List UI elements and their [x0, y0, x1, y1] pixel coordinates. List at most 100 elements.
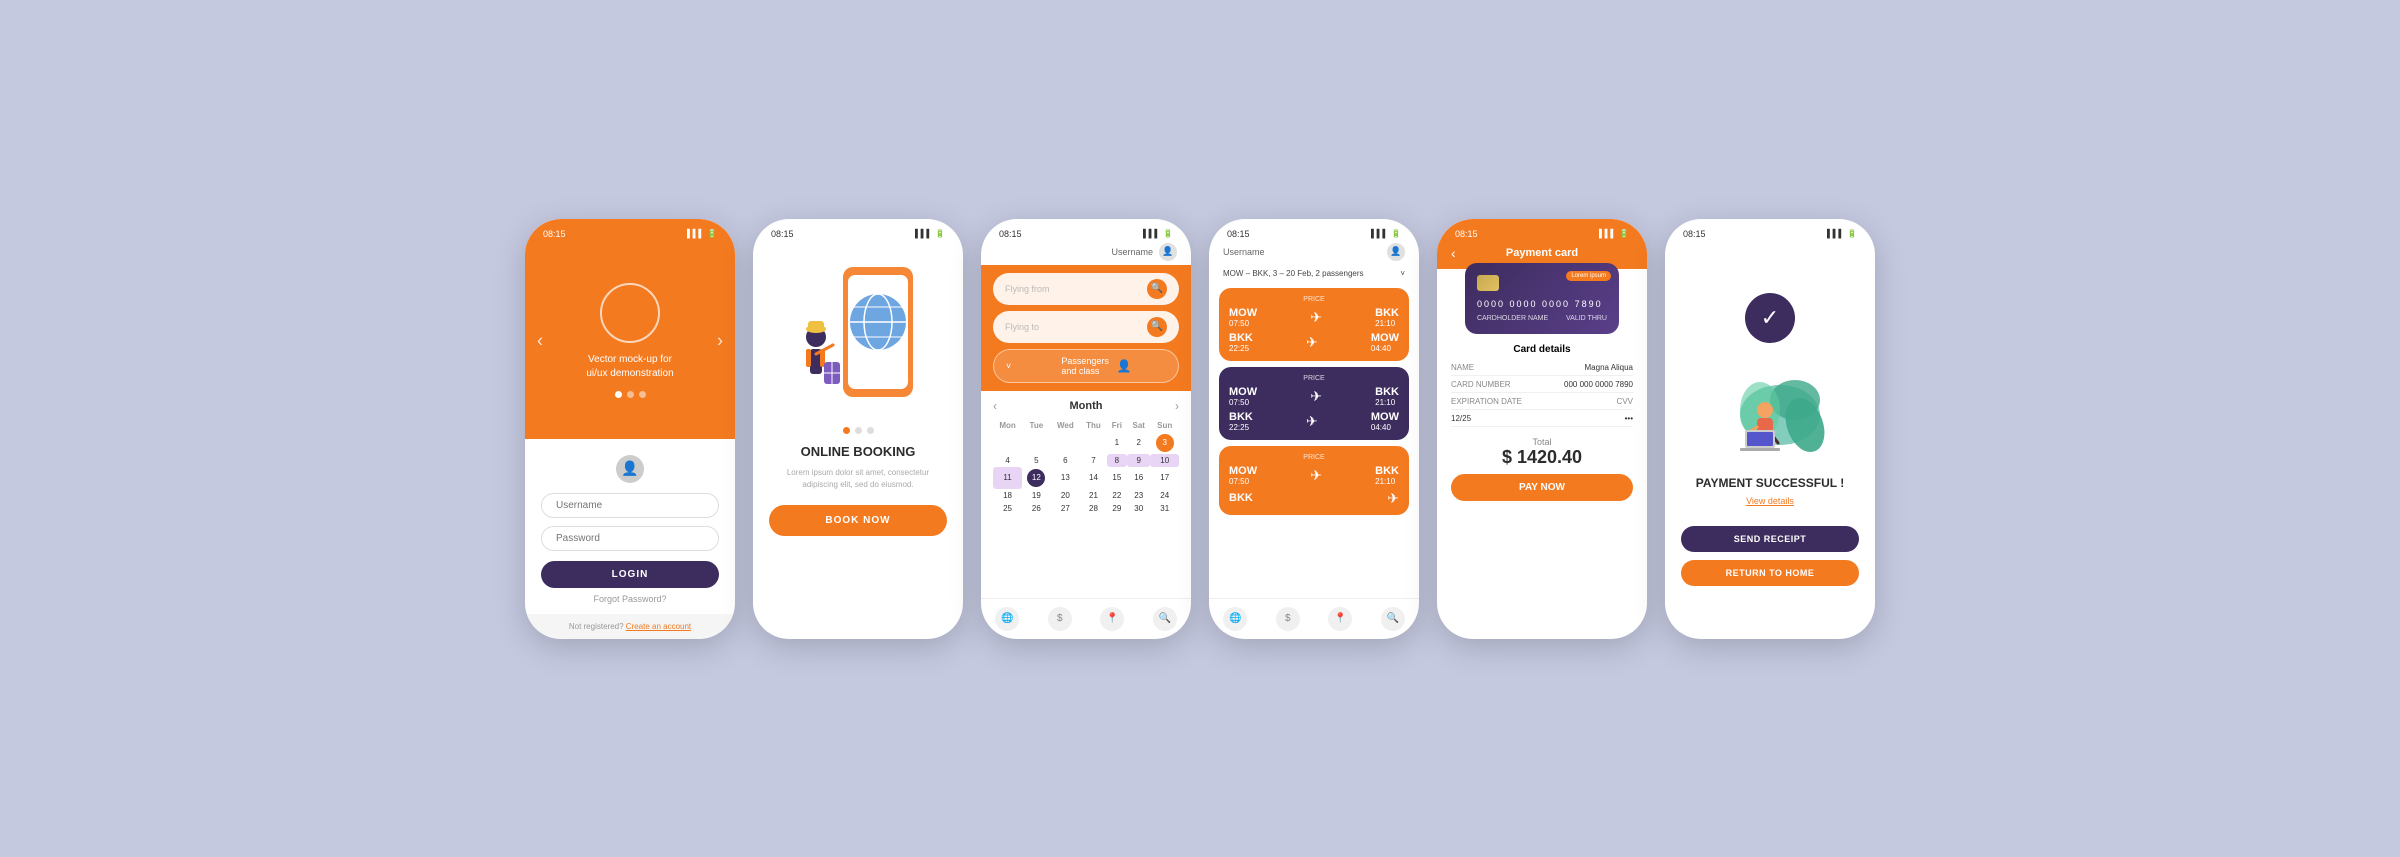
user-avatar-3[interactable]: 👤: [1159, 243, 1177, 261]
success-illustration: [1710, 355, 1830, 460]
cal-today-3[interactable]: 3: [1156, 434, 1174, 452]
arr-time-1b: 04:40: [1371, 344, 1399, 353]
location-nav-icon-4[interactable]: 📍: [1328, 607, 1352, 631]
dot-3[interactable]: [639, 391, 646, 398]
card-badge: Lorem ipsum: [1566, 271, 1611, 281]
arr-time-3a: 21:10: [1375, 477, 1399, 486]
location-nav-icon[interactable]: 📍: [1100, 607, 1124, 631]
phone4-user-header: Username 👤: [1209, 241, 1419, 265]
user-avatar-4[interactable]: 👤: [1387, 243, 1405, 261]
logo-circle: [600, 283, 660, 343]
expand-icon[interactable]: ˅: [1400, 269, 1405, 278]
dollar-nav-icon[interactable]: $: [1048, 607, 1072, 631]
total-section: Total $ 1420.40: [1437, 431, 1647, 474]
arr-time-1a: 21:10: [1375, 319, 1399, 328]
arr-code-2a: BKK: [1375, 386, 1399, 398]
booking-dot-2[interactable]: [855, 427, 862, 434]
dot-2[interactable]: [627, 391, 634, 398]
payment-success-title: PAYMENT SUCCESSFUL !: [1696, 476, 1844, 490]
search-nav-icon[interactable]: 🔍: [1153, 607, 1177, 631]
booking-illustration: [788, 257, 928, 417]
dep-code-2b: BKK: [1229, 411, 1253, 423]
payment-title: Payment card: [1506, 247, 1578, 259]
flying-from-label: Flying from: [1005, 284, 1141, 294]
total-amount: $ 1420.40: [1437, 447, 1647, 468]
flight-route-3b: BKK ✈: [1229, 490, 1399, 507]
flight-route-1a: MOW 07:50 ✈ BKK 21:10: [1229, 307, 1399, 328]
flight-card-3[interactable]: PRICE MOW 07:50 ✈ BKK 21:10 BKK: [1219, 446, 1409, 515]
flight-card-2[interactable]: PRICE MOW 07:50 ✈ BKK 21:10 BKK 22:2: [1219, 367, 1409, 440]
prev-arrow-icon[interactable]: ‹: [537, 330, 543, 351]
card-details-section: Card details NAME Magna Aliqua CARD NUMB…: [1437, 344, 1647, 431]
day-fri: Fri: [1107, 419, 1127, 432]
username-label-3: Username: [1111, 247, 1153, 257]
status-bar-2: 08:15 ▌▌▌ 🔋: [753, 219, 963, 241]
password-input[interactable]: [541, 526, 719, 551]
dot-1[interactable]: [615, 391, 622, 398]
create-account-link[interactable]: Create an account: [626, 622, 691, 631]
flying-to-label: Flying to: [1005, 322, 1141, 332]
flight-info-bar: MOW – BKK, 3 – 20 Feb, 2 passengers ˅: [1209, 265, 1419, 282]
pay-now-button[interactable]: PAY NOW: [1451, 474, 1633, 501]
dep-time-2b: 22:25: [1229, 423, 1253, 432]
book-now-button[interactable]: BOOK NOW: [769, 505, 947, 536]
send-receipt-button[interactable]: SEND RECEIPT: [1681, 526, 1859, 552]
search-nav-icon-4[interactable]: 🔍: [1381, 607, 1405, 631]
prev-month-arrow[interactable]: ‹: [993, 399, 997, 413]
cvv-label: CVV: [1617, 397, 1633, 406]
day-sun: Sun: [1150, 419, 1179, 432]
view-details-link[interactable]: View details: [1746, 496, 1794, 506]
flying-from-row[interactable]: Flying from 🔍: [993, 273, 1179, 305]
card-details-title: Card details: [1451, 344, 1633, 355]
route-info-text: MOW – BKK, 3 – 20 Feb, 2 passengers: [1223, 269, 1364, 278]
expiry-value-row: 12/25 •••: [1451, 414, 1633, 427]
status-time-5: 08:15: [1455, 229, 1478, 239]
forgot-password-text[interactable]: Forgot Password?: [593, 594, 666, 604]
not-registered-text: Not registered?: [569, 622, 624, 631]
cal-week-1: 1 2 3: [993, 432, 1179, 454]
phone-booking: 08:15 ▌▌▌ 🔋: [753, 219, 963, 639]
dep-code-3b: BKK: [1229, 492, 1253, 504]
phone-results: 08:15 ▌▌▌ 🔋 Username 👤 MOW – BKK, 3 – 20…: [1209, 219, 1419, 639]
login-button[interactable]: LOGIN: [541, 561, 719, 588]
return-home-button[interactable]: RETURN TO HOME: [1681, 560, 1859, 586]
card-bottom: CARDHOLDER NAME VALID THRU: [1477, 315, 1607, 322]
passengers-label: Passengers and class: [1061, 356, 1110, 376]
phone-payment: 08:15 ▌▌▌ 🔋 ‹ Payment card Lorem ipsum 0…: [1437, 219, 1647, 639]
username-input[interactable]: [541, 493, 719, 518]
booking-dot-3[interactable]: [867, 427, 874, 434]
status-bar-3: 08:15 ▌▌▌ 🔋: [981, 219, 1191, 241]
status-time-4: 08:15: [1227, 229, 1250, 239]
booking-dot-1[interactable]: [843, 427, 850, 434]
name-value: Magna Aliqua: [1585, 363, 1633, 372]
search-icon-to[interactable]: 🔍: [1147, 317, 1167, 337]
status-time-3: 08:15: [999, 229, 1022, 239]
globe-nav-icon[interactable]: 🌐: [995, 607, 1019, 631]
back-arrow-icon[interactable]: ‹: [1451, 245, 1456, 261]
mock-text: Vector mock-up for ui/ux demonstration: [586, 353, 673, 381]
flights-list: PRICE MOW 07:50 ✈ BKK 21:10 BKK 22:2: [1209, 282, 1419, 598]
dep-code-2a: MOW: [1229, 386, 1257, 398]
booking-carousel-dots: [843, 427, 874, 434]
phone1-footer: Not registered? Create an account: [525, 614, 735, 639]
arr-time-2a: 21:10: [1375, 398, 1399, 407]
globe-nav-icon-4[interactable]: 🌐: [1223, 607, 1247, 631]
next-month-arrow[interactable]: ›: [1175, 399, 1179, 413]
next-arrow-icon[interactable]: ›: [717, 330, 723, 351]
dollar-nav-icon-4[interactable]: $: [1276, 607, 1300, 631]
status-bar-6: 08:15 ▌▌▌ 🔋: [1665, 219, 1875, 241]
bottom-nav-3: 🌐 $ 📍 🔍: [981, 598, 1191, 639]
cal-selected-12[interactable]: 12: [1027, 469, 1045, 487]
bottom-nav-4: 🌐 $ 📍 🔍: [1209, 598, 1419, 639]
flying-to-row[interactable]: Flying to 🔍: [993, 311, 1179, 343]
flight-card-1[interactable]: PRICE MOW 07:50 ✈ BKK 21:10 BKK 22:2: [1219, 288, 1409, 361]
status-time-2: 08:15: [771, 229, 794, 239]
card-number-display: 0000 0000 0000 7890: [1477, 299, 1607, 309]
search-icon-from[interactable]: 🔍: [1147, 279, 1167, 299]
day-sat: Sat: [1127, 419, 1150, 432]
cal-week-4: 18 19 20 21 22 23 24: [993, 489, 1179, 502]
status-time-1: 08:15: [543, 229, 566, 239]
flight-route-2b: BKK 22:25 ✈ MOW 04:40: [1229, 411, 1399, 432]
booking-title: ONLINE BOOKING: [801, 444, 916, 459]
passengers-row[interactable]: ˅ Passengers and class 👤: [993, 349, 1179, 383]
